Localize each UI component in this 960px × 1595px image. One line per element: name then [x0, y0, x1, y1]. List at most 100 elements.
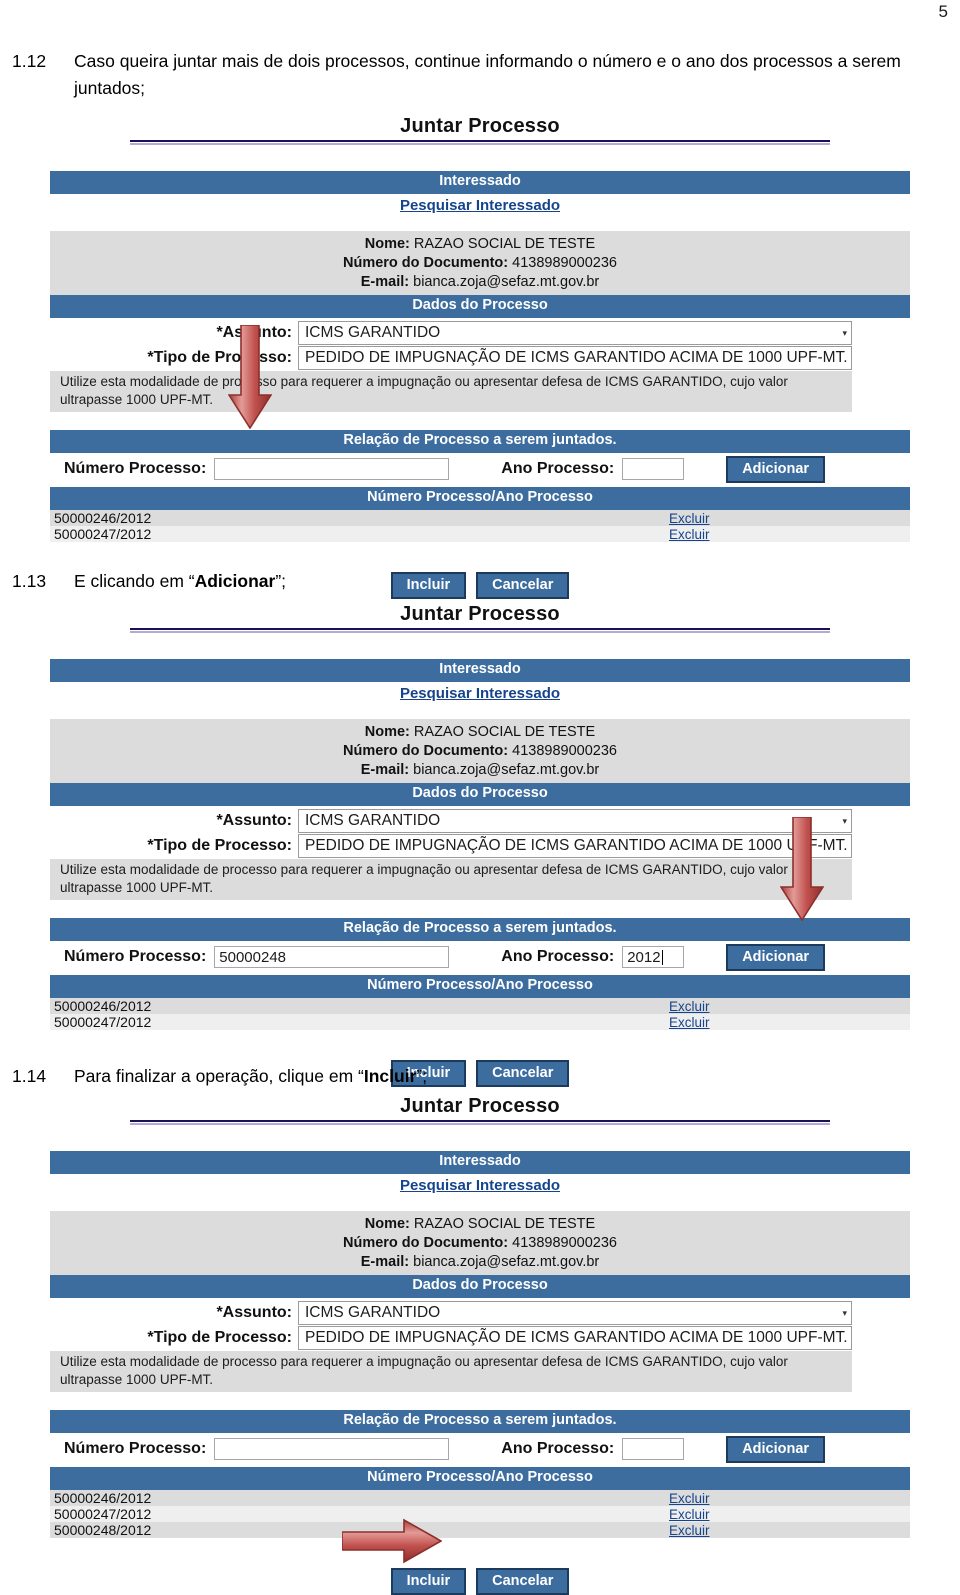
- spacer: [0, 633, 960, 659]
- ano-processo-input[interactable]: [622, 458, 685, 481]
- excluir-link[interactable]: Excluir: [669, 999, 710, 1014]
- documento-label: Número do Documento:: [342, 743, 509, 760]
- list-end-spacer: [50, 1029, 910, 1046]
- assunto-value: ICMS GARANTIDO: [305, 812, 441, 830]
- documento-value: 4138989000236: [512, 1235, 617, 1252]
- band-interessado: Interessado: [50, 1151, 910, 1174]
- assunto-select[interactable]: ICMS GARANTIDO ▾: [298, 1301, 852, 1326]
- field-row-assunto: *Assunto: ICMS GARANTIDO ▾: [50, 321, 910, 346]
- assunto-select[interactable]: ICMS GARANTIDO ▾: [298, 809, 852, 834]
- excluir-link[interactable]: Excluir: [669, 527, 710, 542]
- excluir-link[interactable]: Excluir: [669, 511, 710, 526]
- row-processo-value: 50000246/2012: [54, 997, 152, 1014]
- interessado-info-panel: Nome: RAZAO SOCIAL DE TESTE Número do Do…: [50, 230, 910, 296]
- annotation-arrow-right-incluir: [342, 1518, 442, 1564]
- tipo-processo-select[interactable]: PEDIDO DE IMPUGNAÇÃO DE ICMS GARANTIDO A…: [298, 834, 852, 859]
- chevron-down-icon: ▾: [848, 353, 851, 364]
- table-row: 50000247/2012 Excluir: [50, 525, 910, 542]
- documento-value: 4138989000236: [512, 743, 617, 760]
- documento-value: 4138989000236: [512, 255, 617, 272]
- chevron-down-icon: ▾: [848, 1333, 851, 1344]
- incluir-button[interactable]: Incluir: [390, 1567, 467, 1595]
- info-row-nome: Nome: RAZAO SOCIAL DE TESTE: [50, 723, 910, 742]
- annotation-arrow-down-adicionar: [780, 817, 824, 921]
- title-rule-navy: [130, 140, 830, 142]
- table-row: 50000248/2012 Excluir: [50, 1521, 910, 1538]
- tipo-processo-value: PEDIDO DE IMPUGNAÇÃO DE ICMS GARANTIDO A…: [305, 837, 848, 855]
- band-relacao-processos: Relação de Processo a serem juntados.: [50, 917, 910, 941]
- numero-processo-input[interactable]: [214, 1438, 450, 1461]
- table-row: 50000247/2012 Excluir: [50, 1013, 910, 1030]
- step-1-13-text-after: ”;: [275, 571, 287, 591]
- annotation-arrow-down-numero-processo: [228, 325, 272, 429]
- info-row-nome: Nome: RAZAO SOCIAL DE TESTE: [50, 1215, 910, 1234]
- step-1-14-text-after: ”;: [416, 1066, 428, 1086]
- excluir-link[interactable]: Excluir: [669, 1523, 710, 1538]
- numero-processo-input[interactable]: [214, 458, 450, 481]
- excluir-link[interactable]: Excluir: [669, 1015, 710, 1030]
- pesquisar-interessado-link[interactable]: Pesquisar Interessado: [400, 1177, 560, 1194]
- pesquisar-interessado-link[interactable]: Pesquisar Interessado: [400, 197, 560, 214]
- numero-processo-label: Número Processo:: [64, 460, 207, 478]
- tipo-processo-label: *Tipo de Processo:: [147, 837, 292, 855]
- band-dados-do-processo: Dados do Processo: [50, 295, 910, 319]
- email-value: bianca.zoja@sefaz.mt.gov.br: [413, 1254, 600, 1271]
- ano-processo-value: 2012: [627, 948, 661, 966]
- list-header-numero-ano: Número Processo/Ano Processo: [50, 974, 910, 998]
- dados-fields: *Assunto: ICMS GARANTIDO ▾ *Tipo de Proc…: [50, 1298, 910, 1392]
- step-1-14-text: Para finalizar a operação, clique em “In…: [74, 1063, 920, 1090]
- row-processo-value: 50000247/2012: [54, 525, 152, 542]
- assunto-value: ICMS GARANTIDO: [305, 1304, 441, 1322]
- excluir-link[interactable]: Excluir: [669, 1507, 710, 1522]
- nome-label: Nome:: [364, 723, 410, 740]
- ano-processo-input[interactable]: [622, 1438, 685, 1461]
- ano-processo-label: Ano Processo:: [501, 460, 615, 478]
- info-row-documento: Número do Documento: 4138989000236: [50, 254, 910, 273]
- row-processo-value: 50000247/2012: [54, 1013, 152, 1030]
- tipo-processo-select[interactable]: PEDIDO DE IMPUGNAÇÃO DE ICMS GARANTIDO A…: [298, 1326, 852, 1351]
- step-1-13-text-before: E clicando em “: [74, 571, 195, 591]
- row-processo-value: 50000246/2012: [54, 1489, 152, 1506]
- step-1-14-number: 1.14: [12, 1066, 47, 1086]
- field-row-tipo-processo: *Tipo de Processo: PEDIDO DE IMPUGNAÇÃO …: [50, 346, 910, 371]
- chevron-down-icon: ▾: [842, 1307, 847, 1318]
- numero-processo-label: Número Processo:: [64, 948, 207, 966]
- excluir-link[interactable]: Excluir: [669, 1491, 710, 1506]
- form-body: Interessado Pesquisar Interessado Nome: …: [50, 171, 910, 599]
- adicionar-button[interactable]: Adicionar: [726, 455, 826, 483]
- list-end-spacer: [50, 541, 910, 558]
- adicionar-button[interactable]: Adicionar: [726, 943, 826, 971]
- page-number: 5: [938, 2, 948, 21]
- spacer: [0, 1125, 960, 1151]
- email-label: E-mail:: [360, 1254, 410, 1271]
- table-row: 50000246/2012 Excluir: [50, 997, 910, 1014]
- info-row-email: E-mail: bianca.zoja@sefaz.mt.gov.br: [50, 761, 910, 780]
- chevron-down-icon: ▾: [842, 327, 847, 338]
- field-row-tipo-processo: *Tipo de Processo: PEDIDO DE IMPUGNAÇÃO …: [50, 1326, 910, 1351]
- numero-processo-input[interactable]: 50000248: [214, 946, 450, 969]
- numero-processo-label: Número Processo:: [64, 1440, 207, 1458]
- ano-processo-input[interactable]: 2012: [622, 946, 685, 969]
- email-label: E-mail:: [360, 274, 410, 291]
- band-dados-do-processo: Dados do Processo: [50, 783, 910, 807]
- info-row-documento: Número do Documento: 4138989000236: [50, 742, 910, 761]
- tipo-processo-value: PEDIDO DE IMPUGNAÇÃO DE ICMS GARANTIDO A…: [305, 349, 848, 367]
- adicionar-button[interactable]: Adicionar: [726, 1435, 826, 1463]
- cancelar-button[interactable]: Cancelar: [476, 1567, 570, 1595]
- step-1-14-bold: Incluir: [363, 1066, 417, 1086]
- tipo-processo-help-text: Utilize esta modalidade de processo para…: [50, 1351, 852, 1392]
- form-action-buttons: Incluir Cancelar: [50, 1553, 910, 1595]
- screenshot-juntar-processo-3: Juntar Processo Interessado Pesquisar In…: [0, 1095, 960, 1595]
- relacao-input-row: Número Processo: Ano Processo: Adicionar: [50, 1432, 910, 1467]
- pesquisar-interessado-row: Pesquisar Interessado: [50, 1173, 910, 1199]
- screenshot-juntar-processo-1: Juntar Processo Interessado Pesquisar In…: [0, 115, 960, 599]
- info-row-documento: Número do Documento: 4138989000236: [50, 1234, 910, 1253]
- assunto-label: *Assunto:: [216, 812, 292, 830]
- list-end-spacer: [50, 1537, 910, 1554]
- spacer: [50, 1391, 910, 1410]
- email-value: bianca.zoja@sefaz.mt.gov.br: [413, 762, 600, 779]
- tipo-processo-select[interactable]: PEDIDO DE IMPUGNAÇÃO DE ICMS GARANTIDO A…: [298, 346, 852, 371]
- pesquisar-interessado-link[interactable]: Pesquisar Interessado: [400, 685, 560, 702]
- form-body: Interessado Pesquisar Interessado Nome: …: [50, 1151, 910, 1595]
- assunto-select[interactable]: ICMS GARANTIDO ▾: [298, 321, 852, 346]
